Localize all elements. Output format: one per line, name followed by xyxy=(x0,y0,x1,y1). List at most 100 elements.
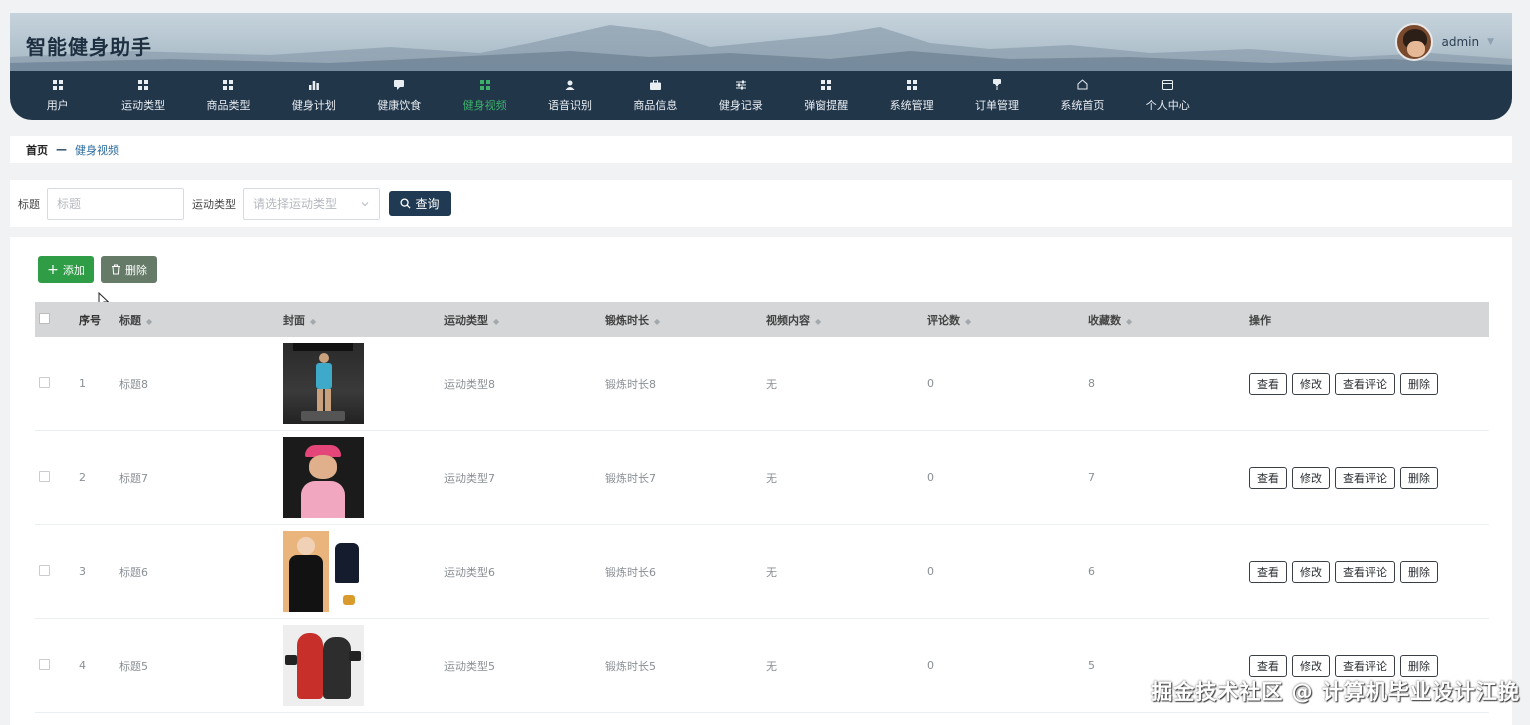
chevron-down-icon[interactable]: ▼ xyxy=(1487,37,1494,47)
nav-item-7[interactable]: 商品信息 xyxy=(613,71,698,120)
row-no: 3 xyxy=(79,565,86,578)
nav-item-label: 用户 xyxy=(46,98,69,112)
table-row[interactable]: 2 标题7 运动类型7 锻炼时长7 无 0 7 查看 修改 查看评论 删除 xyxy=(35,431,1489,525)
view-comments-button[interactable]: 查看评论 xyxy=(1335,654,1395,677)
sort-icon[interactable]: ◆ xyxy=(965,317,971,326)
header-cover[interactable]: 封面 ◆ xyxy=(283,312,444,328)
sort-icon[interactable]: ◆ xyxy=(1126,317,1132,326)
row-checkbox-cell xyxy=(35,470,79,485)
table-row[interactable]: 1 标题8 运动类型8 锻炼时长8 无 0 8 查看 修改 查看评论 删除 xyxy=(35,337,1489,431)
header-favorites[interactable]: 收藏数 ◆ xyxy=(1088,312,1249,328)
nav-item-1[interactable]: 运动类型 xyxy=(100,71,185,120)
view-button[interactable]: 查看 xyxy=(1249,560,1287,583)
row-checkbox[interactable] xyxy=(39,470,50,482)
header-title[interactable]: 标题 ◆ xyxy=(119,312,283,328)
search-button[interactable]: 查询 xyxy=(389,191,451,216)
nav-item-label: 订单管理 xyxy=(974,98,1019,112)
nav-item-11[interactable]: 订单管理 xyxy=(954,71,1039,120)
table-body: 1 标题8 运动类型8 锻炼时长8 无 0 8 查看 修改 查看评论 删除 2 标题7 运动类型7 锻炼时长… xyxy=(35,337,1489,713)
view-button[interactable]: 查看 xyxy=(1249,654,1287,677)
sort-icon[interactable]: ◆ xyxy=(815,317,821,326)
row-checkbox[interactable] xyxy=(39,376,50,388)
header-favorites-label: 收藏数 xyxy=(1088,313,1121,327)
row-checkbox-cell xyxy=(35,376,79,391)
grid-icon xyxy=(906,79,918,91)
sliders-icon xyxy=(735,79,747,91)
nav-item-10[interactable]: 系统管理 xyxy=(869,71,954,120)
title-search-input[interactable]: 标题 xyxy=(47,187,184,220)
cover-image[interactable] xyxy=(283,437,364,518)
nav-item-label: 健身视频 xyxy=(462,98,507,112)
row-delete-button[interactable]: 删除 xyxy=(1400,560,1438,583)
user-icon xyxy=(564,79,576,91)
user-menu[interactable]: admin ▼ xyxy=(1395,23,1494,61)
row-duration: 锻炼时长5 xyxy=(605,659,656,673)
pin-icon xyxy=(991,79,1003,91)
row-comments: 0 xyxy=(927,565,934,578)
row-delete-button[interactable]: 删除 xyxy=(1400,654,1438,677)
header-type-label: 运动类型 xyxy=(444,313,488,327)
app-title: 智能健身助手 xyxy=(26,35,152,59)
row-favorites: 8 xyxy=(1088,377,1095,390)
cover-image[interactable] xyxy=(283,531,364,612)
row-no: 1 xyxy=(79,377,86,390)
breadcrumb-separator: — xyxy=(56,143,67,156)
nav-item-label: 系统首页 xyxy=(1060,98,1105,112)
header-checkbox-cell xyxy=(35,312,79,327)
row-cover-cell xyxy=(283,625,444,706)
nav-item-5[interactable]: 健身视频 xyxy=(442,71,527,120)
username[interactable]: admin xyxy=(1441,35,1479,49)
breadcrumb-home[interactable]: 首页 xyxy=(26,142,48,158)
header-cover-label: 封面 xyxy=(283,313,305,327)
row-checkbox[interactable] xyxy=(39,564,50,576)
sort-icon[interactable]: ◆ xyxy=(310,317,316,326)
header-video[interactable]: 视频内容 ◆ xyxy=(766,312,927,328)
row-video: 无 xyxy=(766,659,777,673)
delete-button[interactable]: 删除 xyxy=(101,256,157,283)
nav-item-label: 运动类型 xyxy=(121,98,166,112)
nav-item-2[interactable]: 商品类型 xyxy=(186,71,271,120)
nav-item-4[interactable]: 健康饮食 xyxy=(357,71,442,120)
table-row[interactable]: 3 标题6 运动类型6 锻炼时长6 无 0 6 查看 修改 查看评论 删除 xyxy=(35,525,1489,619)
row-checkbox[interactable] xyxy=(39,658,50,670)
add-button-label: 添加 xyxy=(62,263,85,277)
edit-button[interactable]: 修改 xyxy=(1292,654,1330,677)
edit-button[interactable]: 修改 xyxy=(1292,560,1330,583)
header-duration[interactable]: 锻炼时长 ◆ xyxy=(605,312,766,328)
row-delete-button[interactable]: 删除 xyxy=(1400,466,1438,489)
sort-icon[interactable]: ◆ xyxy=(493,317,499,326)
avatar[interactable] xyxy=(1395,23,1434,61)
nav-item-12[interactable]: 系统首页 xyxy=(1040,71,1125,120)
sort-icon[interactable]: ◆ xyxy=(146,317,152,326)
edit-button[interactable]: 修改 xyxy=(1292,466,1330,489)
nav-item-13[interactable]: 个人中心 xyxy=(1125,71,1210,120)
view-button[interactable]: 查看 xyxy=(1249,466,1287,489)
nav-item-0[interactable]: 用户 xyxy=(15,71,100,120)
cover-image[interactable] xyxy=(283,343,364,424)
header-type[interactable]: 运动类型 ◆ xyxy=(444,312,605,328)
grid-icon xyxy=(137,79,149,91)
view-comments-button[interactable]: 查看评论 xyxy=(1335,372,1395,395)
grid-icon xyxy=(479,79,491,91)
sort-icon[interactable]: ◆ xyxy=(654,317,660,326)
plus-icon: + xyxy=(47,261,59,278)
type-placeholder: 请选择运动类型 xyxy=(253,197,338,211)
nav-item-8[interactable]: 健身记录 xyxy=(698,71,783,120)
view-comments-button[interactable]: 查看评论 xyxy=(1335,560,1395,583)
nav-item-9[interactable]: 弹窗提醒 xyxy=(784,71,869,120)
nav-item-3[interactable]: 健身计划 xyxy=(271,71,356,120)
header-comments[interactable]: 评论数 ◆ xyxy=(927,312,1088,328)
cover-image[interactable] xyxy=(283,625,364,706)
edit-button[interactable]: 修改 xyxy=(1292,372,1330,395)
type-select[interactable]: 请选择运动类型 xyxy=(243,187,380,220)
chevron-down-icon xyxy=(361,201,369,206)
row-actions: 查看 修改 查看评论 删除 xyxy=(1249,654,1489,677)
view-button[interactable]: 查看 xyxy=(1249,372,1287,395)
row-duration: 锻炼时长8 xyxy=(605,377,656,391)
row-delete-button[interactable]: 删除 xyxy=(1400,372,1438,395)
add-button[interactable]: + 添加 xyxy=(38,256,94,283)
search-icon xyxy=(400,198,412,209)
nav-item-6[interactable]: 语音识别 xyxy=(527,71,612,120)
view-comments-button[interactable]: 查看评论 xyxy=(1335,466,1395,489)
select-all-checkbox[interactable] xyxy=(39,312,50,324)
